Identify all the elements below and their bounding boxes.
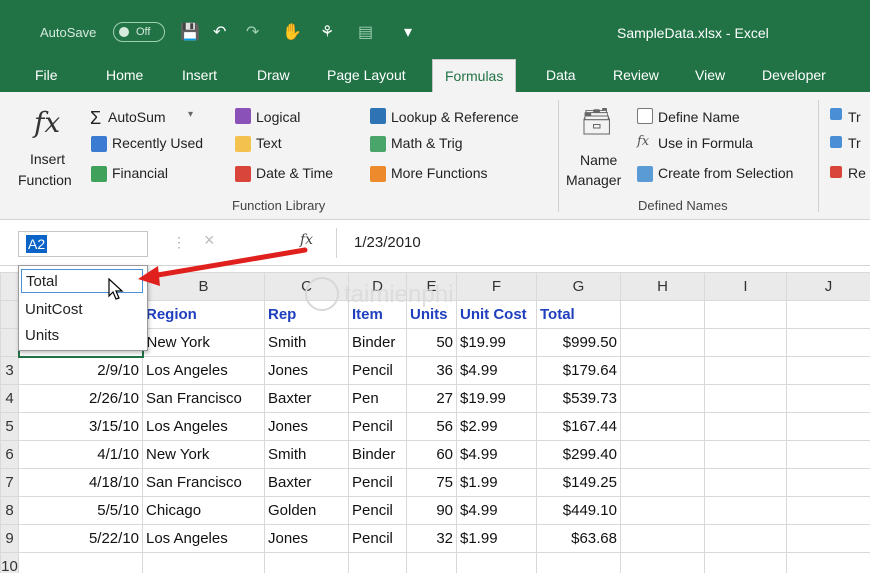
excel-window: AutoSave Off 💾 ↶ ↷ ✋ ⚘ ▤ ▾ SampleData.xl…: [0, 0, 870, 573]
red-arrow-annotation: [138, 247, 308, 286]
